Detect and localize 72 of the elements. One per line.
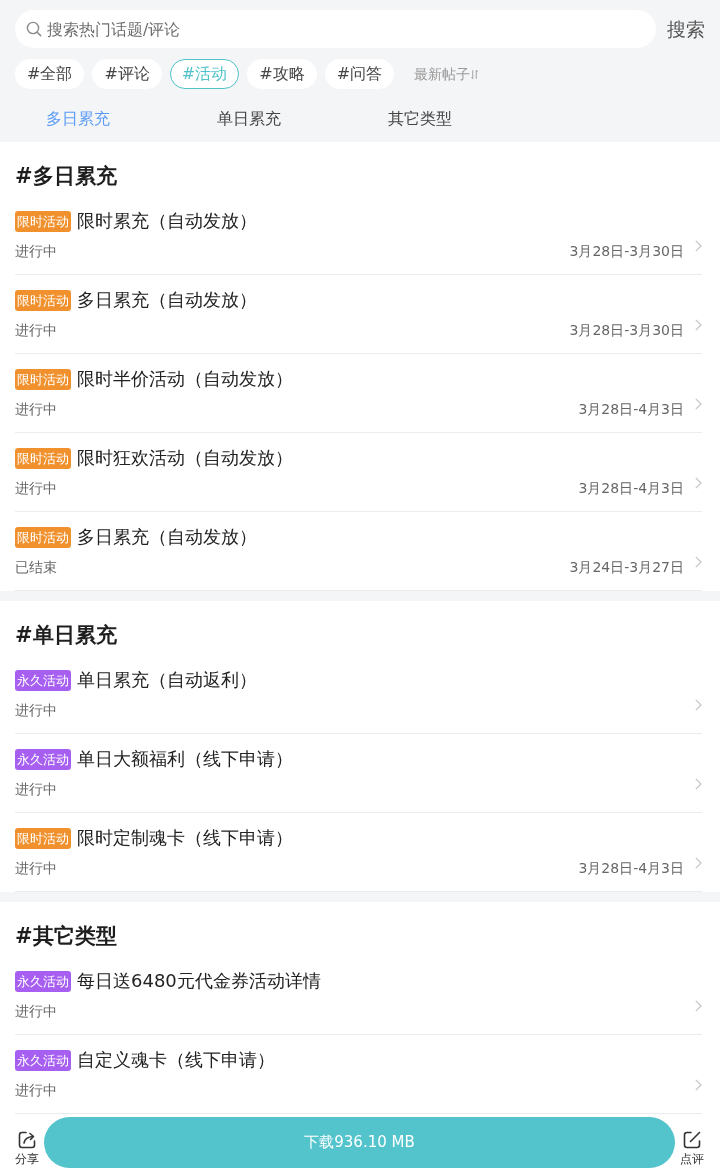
search-icon (26, 21, 42, 37)
activity-tag: 永久活动 (15, 669, 71, 691)
activity-dates: 3月28日-3月30日 (569, 321, 684, 340)
filter-chip[interactable]: #全部 (15, 59, 85, 89)
activity-tag: 限时活动 (15, 447, 71, 469)
activity-status: 已结束 (15, 558, 58, 577)
activity-tag: 永久活动 (15, 1049, 71, 1071)
activity-status: 进行中 (15, 780, 58, 799)
activity-dates: 3月28日-4月3日 (578, 859, 684, 878)
activity-status: 进行中 (15, 479, 58, 498)
chevron-right-icon (695, 1000, 702, 1012)
chevron-right-icon (695, 398, 702, 410)
chevron-right-icon (695, 699, 702, 711)
activity-status: 进行中 (15, 400, 58, 419)
section-heading: #多日累充 (15, 163, 118, 190)
activity-list-item[interactable]: 永久活动 单日累充（自动返利） 进行中 (15, 655, 702, 734)
share-button[interactable]: 分享 (15, 1130, 39, 1166)
activity-title: 单日大额福利（线下申请） (77, 748, 293, 770)
category-tab[interactable]: 其它类型 (342, 108, 498, 130)
activity-status: 进行中 (15, 242, 58, 261)
activity-list-item[interactable]: 限时活动 限时狂欢活动（自动发放） 进行中 3月28日-4月3日 (15, 433, 702, 512)
activity-title: 限时定制魂卡（线下申请） (77, 827, 293, 849)
activity-status: 进行中 (15, 859, 58, 878)
activity-dates: 3月28日-4月3日 (578, 400, 684, 419)
activity-list-item[interactable]: 永久活动 单日大额福利（线下申请） 进行中 (15, 734, 702, 813)
activity-title: 单日累充（自动返利） (77, 669, 257, 691)
activity-list-item[interactable]: 限时活动 限时定制魂卡（线下申请） 进行中 3月28日-4月3日 (15, 813, 702, 892)
activity-status: 进行中 (15, 1002, 58, 1021)
section-heading: #其它类型 (15, 923, 118, 950)
activity-title: 每日送6480元代金券活动详情 (77, 970, 321, 992)
activity-tag: 限时活动 (15, 827, 71, 849)
activity-dates: 3月28日-4月3日 (578, 479, 684, 498)
activity-tag: 限时活动 (15, 210, 71, 232)
activity-tag: 永久活动 (15, 970, 71, 992)
chevron-right-icon (695, 1079, 702, 1091)
search-button[interactable]: 搜索 (667, 16, 705, 42)
activity-tag: 永久活动 (15, 748, 71, 770)
activity-list-item[interactable]: 永久活动 每日送6480元代金券活动详情 进行中 (15, 956, 702, 1035)
activity-list-item[interactable]: 限时活动 多日累充（自动发放） 进行中 3月28日-3月30日 (15, 275, 702, 354)
activity-tag: 限时活动 (15, 368, 71, 390)
chevron-right-icon (695, 556, 702, 568)
activity-title: 多日累充（自动发放） (77, 526, 257, 548)
edit-icon (682, 1130, 702, 1150)
activity-tag: 限时活动 (15, 526, 71, 548)
activity-title: 限时累充（自动发放） (77, 210, 257, 232)
chevron-right-icon (695, 778, 702, 790)
chevron-right-icon (695, 240, 702, 252)
filter-chip[interactable]: #评论 (92, 59, 162, 89)
activity-title: 多日累充（自动发放） (77, 289, 257, 311)
chevron-right-icon (695, 857, 702, 869)
activity-title: 限时半价活动（自动发放） (77, 368, 293, 390)
activity-dates: 3月28日-3月30日 (569, 242, 684, 261)
chevron-right-icon (695, 319, 702, 331)
review-button[interactable]: 点评 (680, 1130, 704, 1166)
filter-chip[interactable]: #问答 (324, 59, 395, 89)
activity-status: 进行中 (15, 701, 58, 720)
filter-chip[interactable]: #攻略 (247, 59, 317, 89)
sort-icon (471, 68, 479, 80)
activity-status: 进行中 (15, 321, 58, 340)
chevron-right-icon (695, 477, 702, 489)
category-tab[interactable]: 单日累充 (171, 108, 327, 130)
search-field[interactable]: 搜索热门话题/评论 (15, 10, 656, 48)
activity-list-item[interactable]: 限时活动 限时半价活动（自动发放） 进行中 3月28日-4月3日 (15, 354, 702, 433)
activity-list-item[interactable]: 限时活动 多日累充（自动发放） 已结束 3月24日-3月27日 (15, 512, 702, 591)
share-icon (17, 1130, 37, 1150)
section-heading: #单日累充 (15, 622, 118, 649)
activity-title: 限时狂欢活动（自动发放） (77, 447, 293, 469)
activity-tag: 限时活动 (15, 289, 71, 311)
activity-dates: 3月24日-3月27日 (569, 558, 684, 577)
activity-title: 自定义魂卡（线下申请） (77, 1049, 275, 1071)
activity-list-item[interactable]: 限时活动 限时累充（自动发放） 进行中 3月28日-3月30日 (15, 196, 702, 275)
activity-status: 进行中 (15, 1081, 58, 1100)
